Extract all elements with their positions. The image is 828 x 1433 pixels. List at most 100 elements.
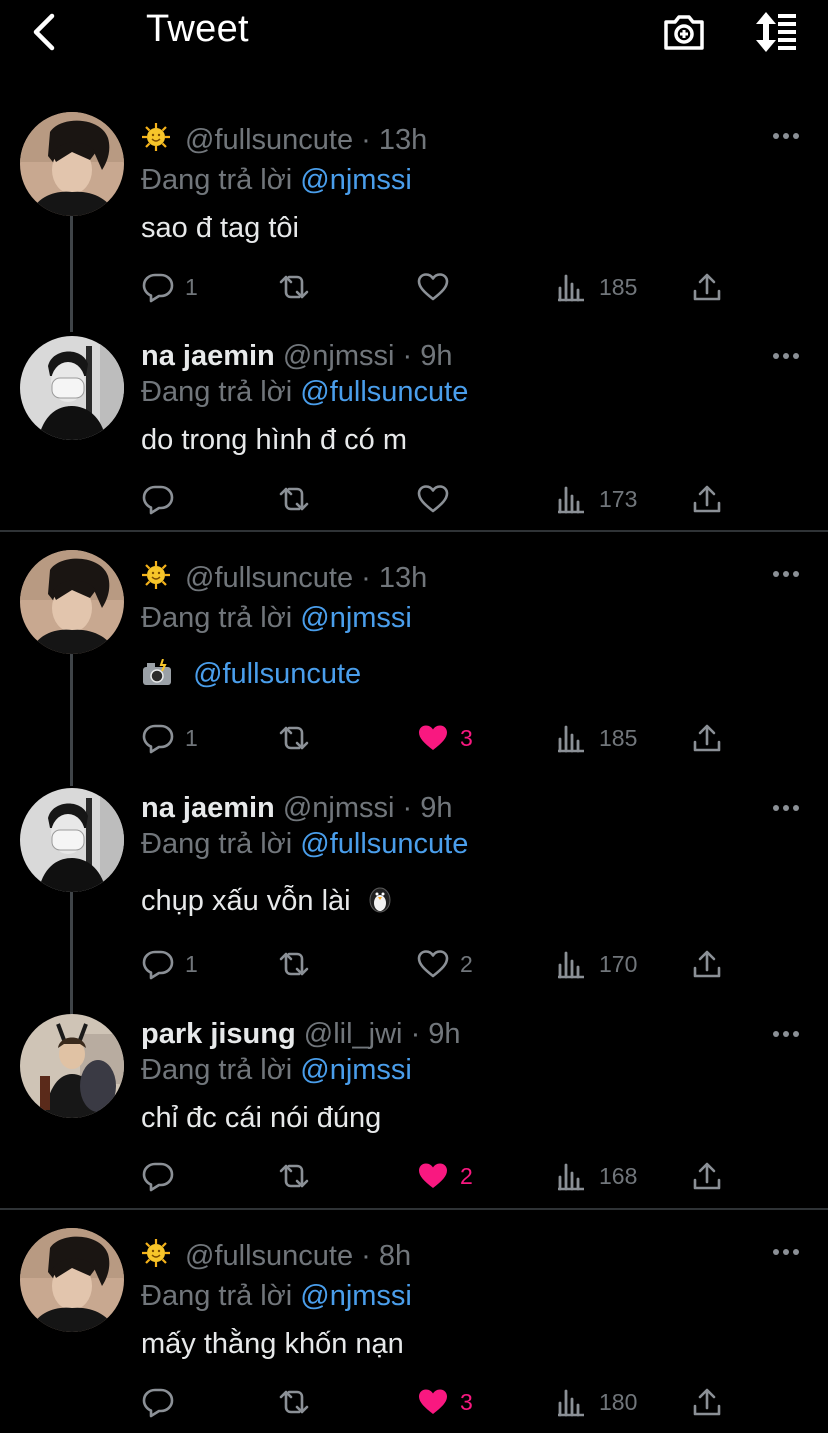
like-count: 2 xyxy=(460,1162,473,1189)
tweet-text: chỉ đc cái nói đúng xyxy=(141,1102,382,1134)
avatar[interactable] xyxy=(20,112,124,216)
share-icon xyxy=(690,1159,724,1193)
retweet-button[interactable] xyxy=(277,944,311,984)
retweet-button[interactable] xyxy=(277,1382,311,1422)
views-button[interactable]: 180 xyxy=(555,1382,637,1422)
reply-button[interactable] xyxy=(141,1156,175,1196)
tweet-header: park jisung @lil_jwi · 9h xyxy=(141,1018,461,1051)
action-bar: 2 168 xyxy=(0,1156,828,1196)
tweet[interactable]: na jaemin @njmssi · 9h Đang trả lời @ful… xyxy=(0,788,828,1014)
retweet-button[interactable] xyxy=(277,1156,311,1196)
mention-link[interactable]: @njmssi xyxy=(300,602,412,634)
like-button[interactable]: 2 xyxy=(416,944,473,984)
retweet-icon xyxy=(277,270,311,304)
share-button[interactable] xyxy=(690,1382,724,1422)
action-bar: 1 185 xyxy=(0,267,828,307)
sun-emoji-icon xyxy=(141,560,171,590)
like-button[interactable] xyxy=(416,267,450,307)
avatar[interactable] xyxy=(20,788,124,892)
tweet[interactable]: park jisung @lil_jwi · 9h Đang trả lời @… xyxy=(0,1014,828,1204)
reply-button[interactable]: 1 xyxy=(141,718,198,758)
tweet-text: chụp xấu vỗn lài xyxy=(141,884,395,918)
more-icon[interactable] xyxy=(772,352,800,360)
sort-list-icon[interactable] xyxy=(752,8,800,56)
retweet-button[interactable] xyxy=(277,718,311,758)
replying-to: Đang trả lời @njmssi xyxy=(141,164,412,196)
reply-button[interactable] xyxy=(141,479,175,519)
tweet-text: @fullsuncute xyxy=(141,658,361,691)
tweet[interactable]: @fullsuncute · 13h Đang trả lời @njmssi … xyxy=(0,550,828,786)
reply-icon xyxy=(141,270,175,304)
more-icon[interactable] xyxy=(772,570,800,578)
camera-plus-icon[interactable] xyxy=(660,8,708,56)
more-icon[interactable] xyxy=(772,804,800,812)
user-handle[interactable]: @fullsuncute xyxy=(185,1240,353,1272)
retweet-button[interactable] xyxy=(277,267,311,307)
heart-icon xyxy=(416,482,450,516)
avatar[interactable] xyxy=(20,550,124,654)
user-handle[interactable]: @fullsuncute xyxy=(185,124,353,156)
share-button[interactable] xyxy=(690,479,724,519)
reply-icon xyxy=(141,1385,175,1419)
tweet[interactable]: na jaemin @njmssi · 9h Đang trả lời @ful… xyxy=(0,336,828,526)
user-handle[interactable]: @njmssi xyxy=(283,340,395,372)
user-handle[interactable]: @lil_jwi xyxy=(304,1018,403,1050)
mention-link[interactable]: @fullsuncute xyxy=(300,828,468,860)
display-name[interactable]: park jisung xyxy=(141,1018,296,1050)
mention-link[interactable]: @njmssi xyxy=(300,1280,412,1312)
share-button[interactable] xyxy=(690,1156,724,1196)
reply-button[interactable]: 1 xyxy=(141,944,198,984)
mention-link[interactable]: @fullsuncute xyxy=(193,658,361,690)
tweet-text: do trong hình đ có m xyxy=(141,424,407,456)
views-button[interactable]: 168 xyxy=(555,1156,637,1196)
retweet-icon xyxy=(277,947,311,981)
mention-link[interactable]: @njmssi xyxy=(300,1054,412,1086)
reply-button[interactable]: 1 xyxy=(141,267,198,307)
views-button[interactable]: 170 xyxy=(555,944,637,984)
tweet[interactable]: @fullsuncute · 8h Đang trả lời @njmssi m… xyxy=(0,1228,828,1428)
retweet-button[interactable] xyxy=(277,479,311,519)
avatar[interactable] xyxy=(20,1228,124,1332)
tweet[interactable]: @fullsuncute · 13h Đang trả lời @njmssi … xyxy=(0,112,828,332)
share-button[interactable] xyxy=(690,267,724,307)
timestamp: · 8h xyxy=(361,1240,412,1272)
retweet-icon xyxy=(277,482,311,516)
like-button[interactable] xyxy=(416,479,450,519)
share-button[interactable] xyxy=(690,718,724,758)
sun-emoji-icon xyxy=(141,122,171,152)
reply-count: 1 xyxy=(185,950,198,977)
more-icon[interactable] xyxy=(772,1248,800,1256)
replying-to: Đang trả lời @njmssi xyxy=(141,1054,412,1086)
share-icon xyxy=(690,947,724,981)
display-name[interactable]: na jaemin xyxy=(141,792,275,824)
avatar[interactable] xyxy=(20,336,124,440)
display-name[interactable]: na jaemin xyxy=(141,340,275,372)
like-count: 3 xyxy=(460,1388,473,1415)
like-button[interactable]: 2 xyxy=(416,1156,473,1196)
tweet-header: na jaemin @njmssi · 9h xyxy=(141,792,453,825)
action-bar: 173 xyxy=(0,479,828,519)
views-button[interactable]: 185 xyxy=(555,267,637,307)
more-icon[interactable] xyxy=(772,1030,800,1038)
user-handle[interactable]: @njmssi xyxy=(283,792,395,824)
timestamp: · 13h xyxy=(361,124,428,156)
heart-filled-icon xyxy=(416,1385,450,1419)
mention-link[interactable]: @fullsuncute xyxy=(300,376,468,408)
share-icon xyxy=(690,721,724,755)
divider xyxy=(0,1208,828,1210)
reply-button[interactable] xyxy=(141,1382,175,1422)
share-button[interactable] xyxy=(690,944,724,984)
more-icon[interactable] xyxy=(772,132,800,140)
chevron-left-icon[interactable] xyxy=(28,10,60,54)
views-button[interactable]: 185 xyxy=(555,718,637,758)
avatar[interactable] xyxy=(20,1014,124,1118)
views-button[interactable]: 173 xyxy=(555,479,637,519)
retweet-icon xyxy=(277,1385,311,1419)
heart-icon xyxy=(416,947,450,981)
share-icon xyxy=(690,270,724,304)
mention-link[interactable]: @njmssi xyxy=(300,164,412,196)
replying-to: Đang trả lời @njmssi xyxy=(141,1280,412,1312)
like-button[interactable]: 3 xyxy=(416,1382,473,1422)
user-handle[interactable]: @fullsuncute xyxy=(185,562,353,594)
like-button[interactable]: 3 xyxy=(416,718,473,758)
